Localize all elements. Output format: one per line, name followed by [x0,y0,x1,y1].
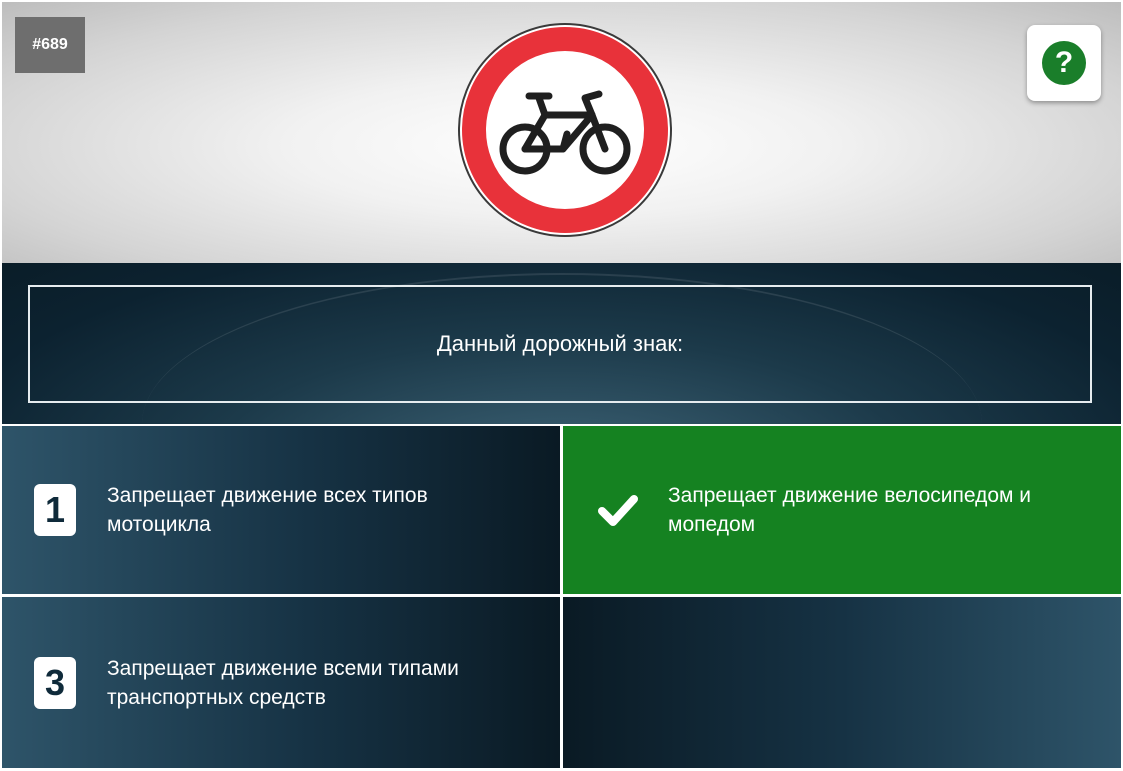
question-box: Данный дорожный знак: [28,285,1092,403]
help-button[interactable]: ? [1027,25,1101,101]
answer-option-2[interactable]: Запрещает движение велосипедом и мопедом [563,426,1121,594]
help-icon: ? [1042,41,1086,85]
checkmark-icon [598,495,638,526]
empty-answer-cell [563,597,1121,768]
sign-image-area: #689 ? [2,2,1121,263]
answer-option-1[interactable]: 1 Запрещает движение всех типов мотоцикл… [2,426,560,594]
answer-number-badge: 3 [34,656,76,709]
answer-number-badge: 1 [34,484,76,536]
answer-text: Запрещает движение всех типов мотоцикла [107,484,428,536]
answer-text: Запрещает движение всеми типами транспор… [107,656,459,709]
answer-option-3[interactable]: 3 Запрещает движение всеми типами трансп… [2,597,560,768]
question-text: Данный дорожный знак: [436,331,684,356]
answer-text: Запрещает движение велосипедом и мопедом [668,484,1032,536]
question-panel: Данный дорожный знак: [2,263,1121,424]
no-bicycles-sign-icon [458,23,672,237]
question-number-badge: #689 [15,17,85,73]
